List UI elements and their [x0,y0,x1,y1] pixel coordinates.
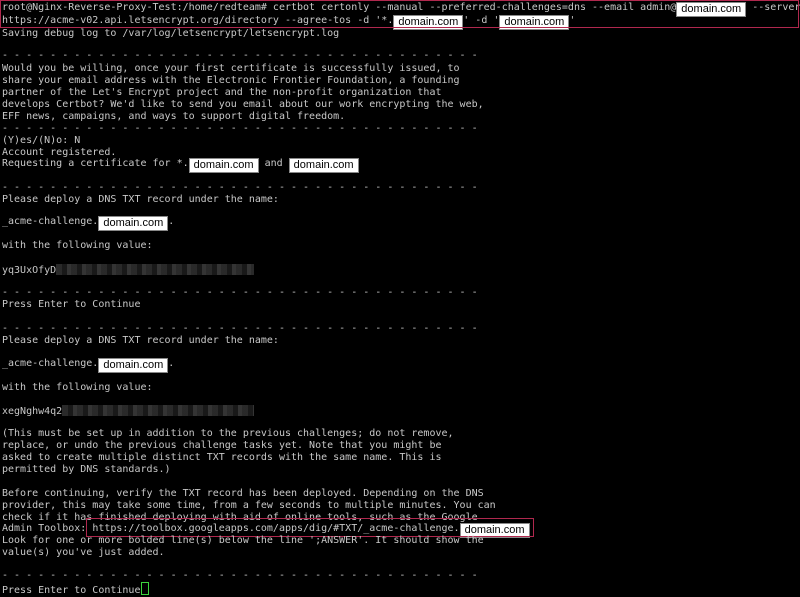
separator: - - - - - - - - - - - - - - - - - - - - … [2,323,478,334]
output-line: value(s) you've just added. [2,547,165,558]
separator: - - - - - - - - - - - - - - - - - - - - … [2,50,478,61]
separator: - - - - - - - - - - - - - - - - - - - - … [2,287,478,298]
output-line: Please deploy a DNS TXT record under the… [2,335,279,346]
output-line: asked to create multiple distinct TXT re… [2,452,442,463]
redacted-domain-label: domain.com [98,216,169,231]
output-line: EFF news, campaigns, and ways to support… [2,111,346,122]
redacted-domain-label: domain.com [393,15,464,30]
redacted-value [62,405,255,416]
output-line: Before continuing, verify the TXT record… [2,488,484,499]
acme-record-line: _acme-challenge. domain.com. [2,216,175,231]
redacted-domain-label: domain.com [188,158,259,173]
redacted-domain-label: domain.com [676,2,747,17]
toolbox-url-link[interactable]: https://toolbox.googleapps.com/apps/dig/… [92,523,459,534]
txt-value-line: yq3UxOfyD [2,264,255,277]
output-line: with the following value: [2,382,153,393]
separator: - - - - - - - - - - - - - - - - - - - - … [2,123,478,134]
output-line: develops Certbot? We'd like to send you … [2,99,484,110]
output-line: (Y)es/(N)o: N [2,135,81,146]
output-line: replace, or undo the previous challenge … [2,440,442,451]
terminal-cursor [141,582,150,595]
redacted-domain-label: domain.com [288,158,359,173]
acme-record-line: _acme-challenge. domain.com. [2,358,175,373]
separator: - - - - - - - - - - - - - - - - - - - - … [2,182,478,193]
redacted-domain-label: domain.com [499,15,570,30]
requesting-line: Requesting a certificate for *. domain.co… [2,158,359,173]
output-line: Would you be willing, once your first ce… [2,63,460,74]
output-line: with the following value: [2,240,153,251]
output-line: provider, this may take some time, from … [2,500,496,511]
output-line: partner of the Let's Encrypt project and… [2,87,442,98]
output-line: Press Enter to Continue [2,299,141,310]
output-line: (This must be set up in addition to the … [2,428,454,439]
output-line: share your email address with the Electr… [2,75,460,86]
redacted-value [56,264,255,275]
output-line: Please deploy a DNS TXT record under the… [2,194,279,205]
separator: - - - - - - - - - - - - - - - - - - - - … [2,570,478,581]
txt-value-line: xegNghw4q2 [2,405,255,418]
redacted-domain-label: domain.com [98,358,169,373]
press-enter-prompt[interactable]: Press Enter to Continue [2,582,150,597]
debug-log-line: Saving debug log to /var/log/letsencrypt… [2,28,340,39]
output-line: permitted by DNS standards.) [2,464,171,475]
terminal-window[interactable]: root@Nginx-Reverse-Proxy-Test:/home/redt… [0,0,800,597]
output-line: Look for one or more bolded line(s) belo… [2,535,484,546]
